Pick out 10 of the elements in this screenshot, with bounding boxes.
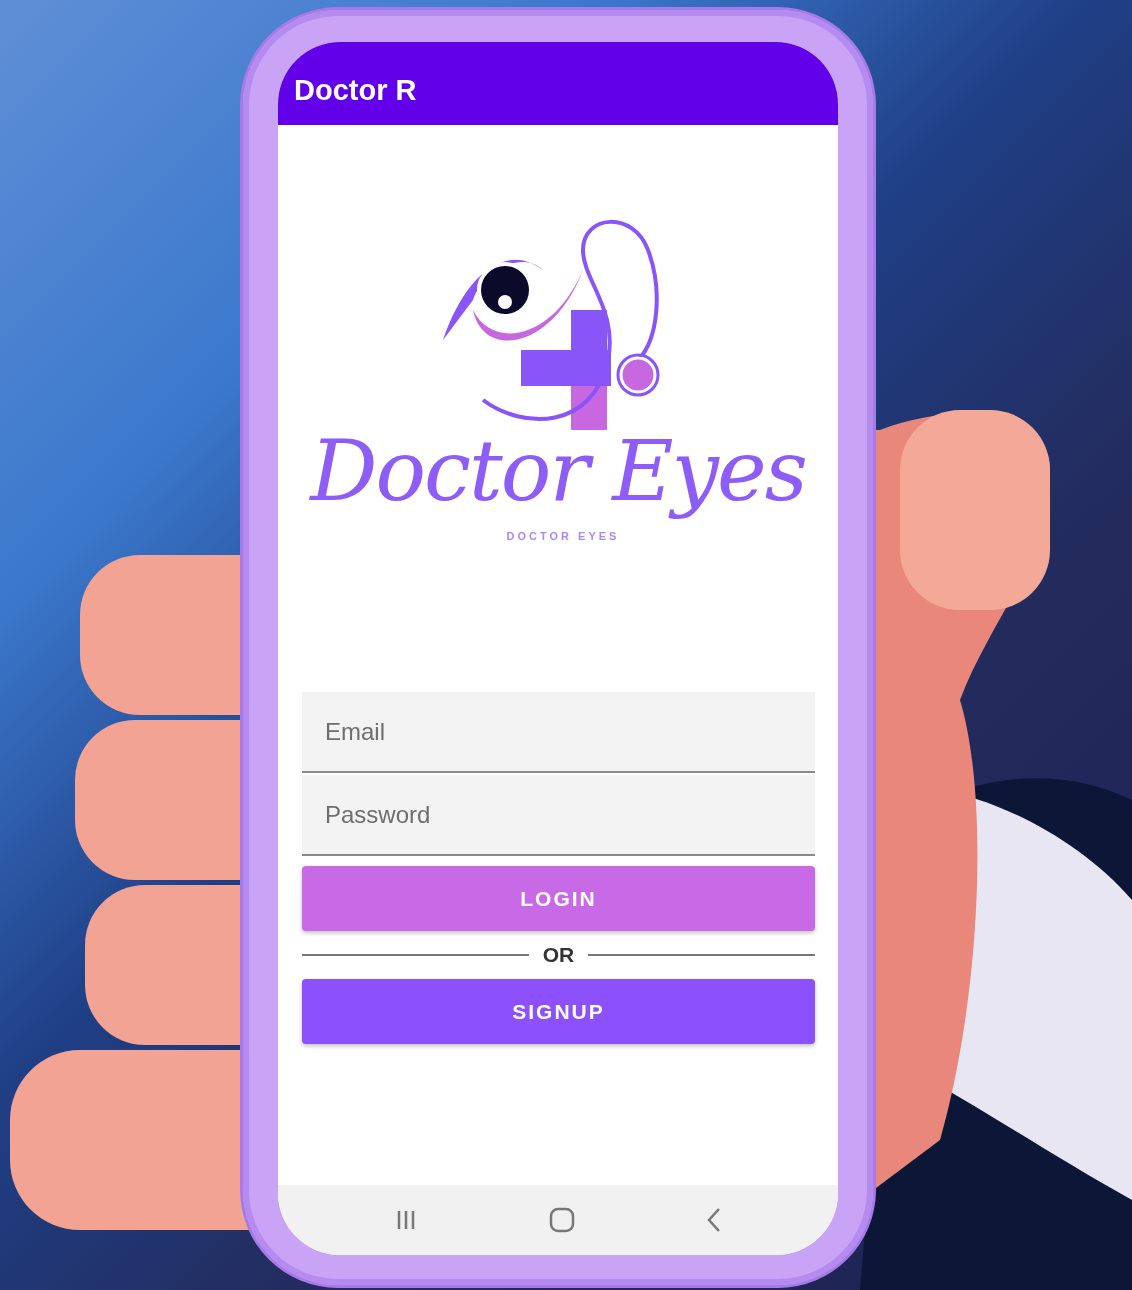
logo-script-text: Doctor Eyes — [310, 422, 806, 520]
app-title: Doctor R — [294, 74, 417, 107]
back-icon — [706, 1207, 723, 1233]
home-icon — [549, 1207, 575, 1233]
logo-tagline: DOCTOR EYES — [506, 530, 620, 542]
or-label: OR — [542, 943, 575, 967]
signup-button[interactable]: SIGNUP — [302, 979, 815, 1044]
text-input-field[interactable]: Password — [302, 775, 815, 856]
text-input-field[interactable]: Email — [302, 692, 815, 773]
login-button[interactable]: LOGIN — [302, 866, 815, 931]
